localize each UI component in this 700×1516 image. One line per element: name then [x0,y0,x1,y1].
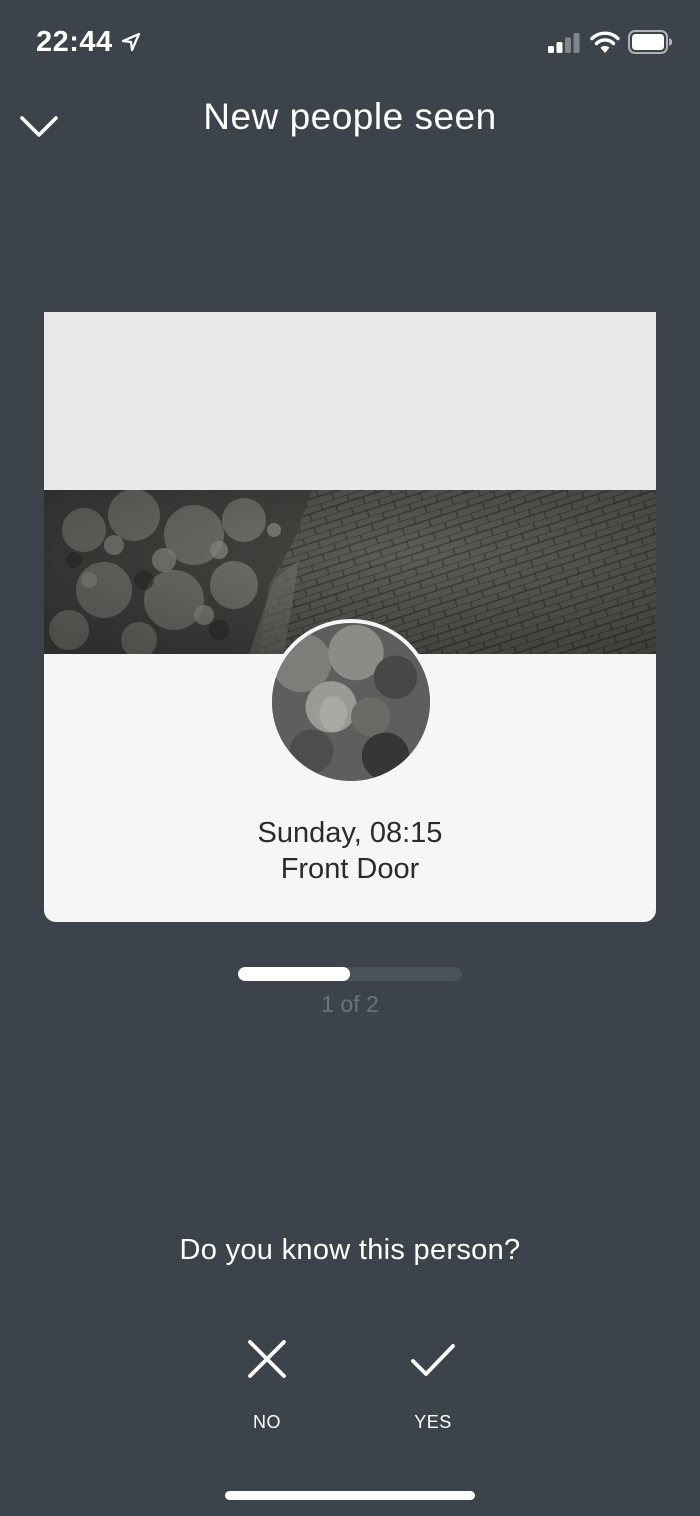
pager-progress-bar [238,967,462,981]
home-indicator[interactable] [225,1491,475,1500]
screen: 22:44 New people seen Sunday, 08:15 Fron… [0,0,700,1516]
close-icon [248,1340,286,1378]
no-label: NO [253,1412,281,1432]
wifi-icon [590,31,620,53]
yes-label: YES [414,1412,452,1432]
no-button[interactable]: NO [222,1330,312,1440]
checkmark-icon [411,1344,455,1376]
event-location: Front Door [280,853,420,885]
card-header-area [44,312,656,490]
pager-label: 1 of 2 [321,991,379,1017]
battery-icon [628,30,672,54]
pager-progress-fill [238,967,350,981]
status-bar: 22:44 [0,0,700,88]
question-text: Do you know this person? [179,1234,521,1266]
event-time: Sunday, 08:15 [257,817,443,849]
status-time: 22:44 [36,26,113,58]
page-title: New people seen [203,96,497,137]
location-arrow-icon [121,32,141,52]
person-event-card: Sunday, 08:15 Front Door [44,312,656,922]
cellular-signal-icon [548,33,580,53]
yes-button[interactable]: YES [388,1330,478,1440]
person-face-thumbnail [268,619,434,785]
